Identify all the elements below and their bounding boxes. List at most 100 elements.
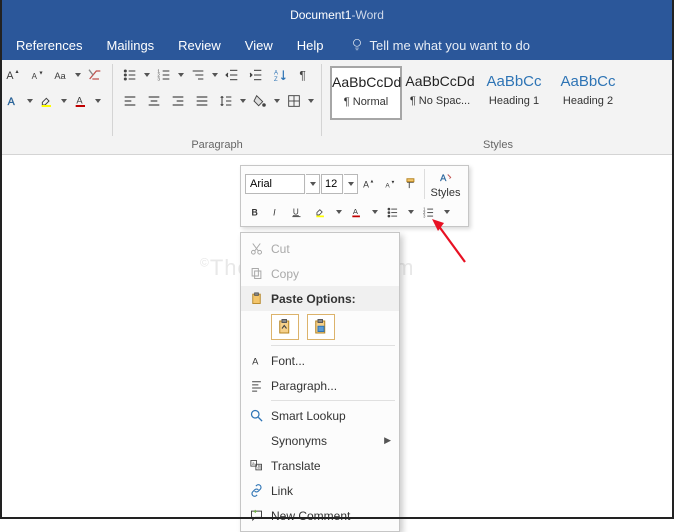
svg-text:I: I [273, 208, 276, 218]
align-center-button[interactable] [143, 90, 165, 112]
dropdown-icon[interactable] [211, 64, 219, 86]
menu-copy[interactable]: Copy [241, 261, 399, 286]
shrink-font-button[interactable]: A▼ [380, 174, 400, 194]
dropdown-icon[interactable] [74, 64, 82, 86]
dropdown-icon[interactable] [239, 90, 247, 112]
dropdown-icon[interactable] [143, 64, 151, 86]
increase-indent-button[interactable] [245, 64, 267, 86]
dropdown-icon[interactable] [177, 64, 185, 86]
dropdown-icon[interactable] [60, 90, 68, 112]
bullets-button[interactable] [380, 202, 406, 222]
document-canvas[interactable]: ©TheGeekPage.com Arial 12 A▲ A▼ A Styles… [0, 155, 674, 519]
app-name: Word [355, 8, 383, 22]
bullets-button[interactable] [119, 64, 141, 86]
search-icon [245, 408, 267, 423]
submenu-arrow-icon: ▶ [384, 435, 391, 446]
svg-text:a: a [252, 461, 255, 466]
bold-button[interactable]: B [245, 202, 265, 222]
font-size-dropdown[interactable] [344, 174, 358, 194]
menu-new-comment[interactable]: New Comment [241, 503, 399, 528]
ribbon-group-label [2, 136, 106, 154]
style-preview: AaBbCc [553, 73, 623, 95]
tab-help[interactable]: Help [285, 30, 336, 60]
font-color-button[interactable]: A [70, 90, 92, 112]
font-size-combo[interactable]: 12 [321, 174, 343, 194]
clear-formatting-button[interactable] [84, 64, 106, 86]
translate-icon: aあ [245, 458, 267, 473]
svg-text:A: A [353, 207, 359, 216]
menu-synonyms[interactable]: Synonyms ▶ [241, 428, 399, 453]
justify-button[interactable] [191, 90, 213, 112]
menu-label: Copy [271, 267, 391, 281]
style-preview: AaBbCcDd [405, 73, 475, 95]
paste-options-row [241, 311, 399, 343]
ribbon-tabs: References Mailings Review View Help Tel… [0, 30, 674, 60]
paste-icon [245, 291, 267, 306]
underline-button[interactable]: U [287, 202, 307, 222]
dropdown-icon[interactable] [371, 201, 379, 223]
numbering-button[interactable]: 123 [153, 64, 175, 86]
menu-smart-lookup[interactable]: Smart Lookup [241, 403, 399, 428]
menu-link[interactable]: Link [241, 478, 399, 503]
paste-picture-button[interactable] [307, 314, 335, 340]
style-card-heading1[interactable]: AaBbCc Heading 1 [478, 66, 550, 120]
highlight-button[interactable] [308, 202, 334, 222]
shrink-font-button[interactable]: A▼ [26, 64, 48, 86]
grow-font-button[interactable]: A▲ [359, 174, 379, 194]
tell-me-search[interactable]: Tell me what you want to do [336, 37, 530, 54]
dropdown-icon[interactable] [307, 90, 315, 112]
tab-review[interactable]: Review [166, 30, 233, 60]
dropdown-icon[interactable] [335, 201, 343, 223]
svg-text:▲: ▲ [14, 69, 19, 75]
svg-text:A: A [385, 183, 390, 190]
svg-text:▼: ▼ [391, 179, 396, 184]
lightbulb-icon [350, 37, 364, 54]
dropdown-icon[interactable] [94, 90, 102, 112]
font-name-combo[interactable]: Arial [245, 174, 305, 194]
show-hide-marks-button[interactable]: ¶ [293, 64, 315, 86]
styles-pane-button[interactable]: A [439, 169, 453, 187]
style-card-normal[interactable]: AaBbCcDd ¶ Normal [330, 66, 402, 120]
menu-translate[interactable]: aあ Translate [241, 453, 399, 478]
text-effects-button[interactable]: A [2, 90, 24, 112]
font-name-dropdown[interactable] [306, 174, 320, 194]
menu-font[interactable]: A Font... [241, 348, 399, 373]
borders-button[interactable] [283, 90, 305, 112]
dropdown-icon[interactable] [407, 201, 415, 223]
italic-button[interactable]: I [266, 202, 286, 222]
grow-font-button[interactable]: A▲ [2, 64, 24, 86]
change-case-button[interactable]: Aa [50, 64, 72, 86]
menu-label: Translate [271, 459, 391, 473]
tab-view[interactable]: View [233, 30, 285, 60]
font-color-button[interactable]: A [344, 202, 370, 222]
align-right-button[interactable] [167, 90, 189, 112]
shading-button[interactable] [249, 90, 271, 112]
multilevel-list-button[interactable] [187, 64, 209, 86]
svg-text:A: A [6, 70, 14, 82]
style-card-heading2[interactable]: AaBbCc Heading 2 [552, 66, 624, 120]
style-card-nospacing[interactable]: AaBbCcDd ¶ No Spac... [404, 66, 476, 120]
svg-text:A: A [274, 70, 278, 76]
format-painter-button[interactable] [401, 174, 421, 194]
svg-text:▲: ▲ [370, 178, 375, 183]
dropdown-icon[interactable] [273, 90, 281, 112]
menu-separator [271, 400, 395, 401]
svg-text:A: A [8, 96, 16, 108]
menu-paragraph[interactable]: Paragraph... [241, 373, 399, 398]
highlight-button[interactable] [36, 90, 58, 112]
ribbon-group-font: A▲ A▼ Aa A A [0, 60, 112, 154]
menu-label: Synonyms [271, 434, 380, 448]
tab-mailings[interactable]: Mailings [94, 30, 166, 60]
sort-button[interactable]: AZ [269, 64, 291, 86]
menu-label: Smart Lookup [271, 409, 391, 423]
decrease-indent-button[interactable] [221, 64, 243, 86]
tab-references[interactable]: References [4, 30, 94, 60]
dropdown-icon[interactable] [26, 90, 34, 112]
align-left-button[interactable] [119, 90, 141, 112]
paragraph-icon [245, 378, 267, 393]
menu-cut[interactable]: Cut [241, 236, 399, 261]
style-name: Heading 2 [553, 95, 623, 107]
svg-text:A: A [252, 356, 259, 366]
paste-keep-source-button[interactable] [271, 314, 299, 340]
line-spacing-button[interactable] [215, 90, 237, 112]
